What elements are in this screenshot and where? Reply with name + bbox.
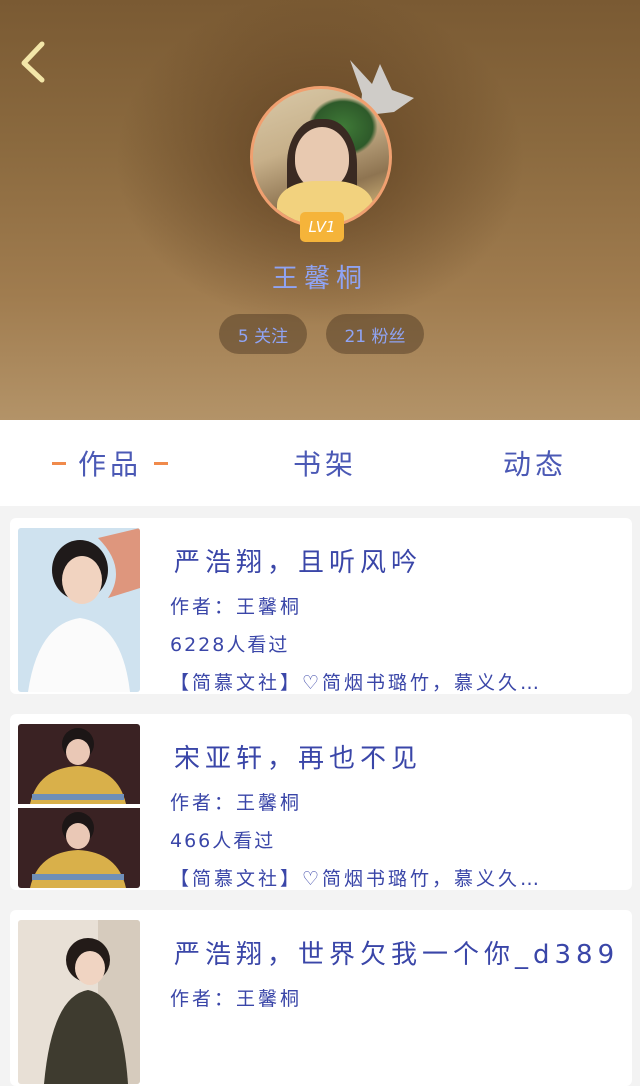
tab-activity[interactable]: 动态 xyxy=(480,420,590,506)
tab-bar: 作品 书架 动态 xyxy=(0,420,640,506)
tab-works-label: 作品 xyxy=(78,448,143,481)
avatar[interactable] xyxy=(250,86,392,228)
followers-count[interactable]: 21 粉丝 xyxy=(326,314,424,354)
work-title: 宋亚轩，再也不见 xyxy=(174,744,423,774)
tab-indicator xyxy=(52,461,66,465)
work-card[interactable]: 严浩翔，世界欠我一个你_d389 作者：王馨桐 xyxy=(10,910,632,1086)
following-count[interactable]: 5 关注 xyxy=(219,314,307,354)
tab-indicator xyxy=(154,461,168,465)
work-author: 作者：王馨桐 xyxy=(170,596,303,618)
tab-bookshelf[interactable]: 书架 xyxy=(270,420,380,506)
work-title: 严浩翔，且听风吟 xyxy=(174,548,423,578)
work-views: 6228人看过 xyxy=(170,634,290,656)
tab-works[interactable]: 作品 xyxy=(40,420,180,506)
tab-activity-label: 动态 xyxy=(502,448,567,481)
level-badge: LV1 xyxy=(300,212,344,242)
username: 王馨桐 xyxy=(271,264,368,294)
work-views: 466人看过 xyxy=(170,830,276,852)
work-cover-image xyxy=(18,528,140,692)
work-author: 作者：王馨桐 xyxy=(170,988,303,1010)
work-card[interactable]: 宋亚轩，再也不见 作者：王馨桐 466人看过 【简慕文社】♡简烟书璐竹，慕义久… xyxy=(10,714,632,890)
work-cover-image xyxy=(18,920,140,1084)
chevron-left-icon xyxy=(21,41,45,83)
back-button[interactable] xyxy=(16,38,56,84)
work-cover-image xyxy=(18,724,140,888)
work-author: 作者：王馨桐 xyxy=(170,792,303,814)
work-title: 严浩翔，世界欠我一个你_d389 xyxy=(174,940,620,970)
work-card[interactable]: 严浩翔，且听风吟 作者：王馨桐 6228人看过 【简慕文社】♡简烟书璐竹，慕义久… xyxy=(10,518,632,694)
tab-bookshelf-label: 书架 xyxy=(292,448,357,481)
profile-header: LV1 王馨桐 5 关注 21 粉丝 xyxy=(0,0,640,420)
work-description: 【简慕文社】♡简烟书璐竹，慕义久… xyxy=(170,868,543,890)
work-description: 【简慕文社】♡简烟书璐竹，慕义久… xyxy=(170,672,543,694)
